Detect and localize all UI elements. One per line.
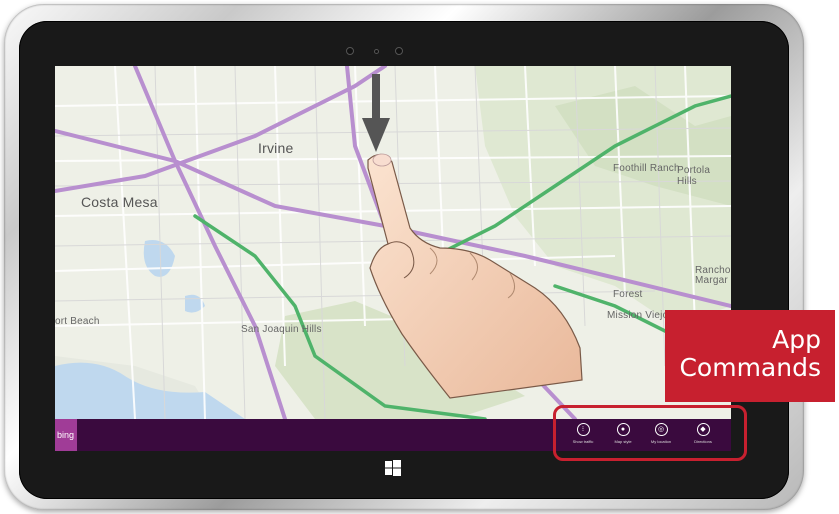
windows-logo-icon[interactable] — [385, 460, 401, 476]
map-label-lake-forest: Forest — [613, 289, 643, 300]
app-commands-callout: App Commands — [665, 310, 835, 402]
map-label-mission-viejo: Mission Viejo — [607, 310, 669, 321]
camera-dot — [346, 47, 354, 55]
map-label-rancho-santa-margarita: Rancho Sa Margar — [695, 265, 731, 286]
map-label-portola-hills: Portola Hills — [677, 165, 711, 187]
map-label-san-joaquin-hills: San Joaquin Hills — [241, 324, 322, 335]
callout-line-2: Commands — [679, 353, 821, 382]
sensor-dot-right — [395, 47, 403, 55]
map-label-foothill-ranch: Foothill Ranch — [613, 163, 680, 174]
bing-logo: bing — [55, 419, 77, 451]
hand-gesture-icon — [367, 153, 583, 399]
callout-text: App Commands — [665, 326, 835, 382]
sensor-dot — [374, 49, 379, 54]
map-label-costa-mesa: Costa Mesa — [81, 194, 158, 210]
map-label-irvine: Irvine — [258, 140, 294, 156]
map-label-newport-beach: ort Beach — [55, 316, 100, 327]
illustration: Irvine Costa Mesa Foothill Ranch Portola… — [0, 0, 839, 514]
callout-line-1: App — [772, 325, 821, 354]
swipe-down-arrow-icon — [362, 74, 390, 152]
app-commands-highlight — [553, 405, 747, 461]
